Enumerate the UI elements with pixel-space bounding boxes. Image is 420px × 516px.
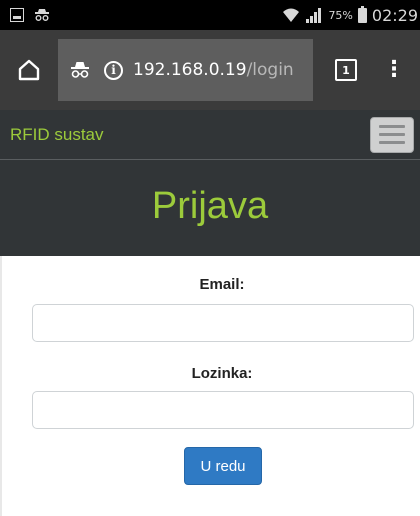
battery-icon [357, 5, 367, 23]
browser-toolbar: i 192.168.0.19/login 1 ⋮ [0, 30, 420, 110]
hamburger-icon-bar [379, 141, 405, 144]
url-path: /login [246, 60, 294, 80]
incognito-indicator [58, 39, 102, 101]
navbar-brand[interactable]: RFID sustav [10, 125, 104, 145]
page-edge-divider [0, 256, 2, 516]
url-text[interactable]: 192.168.0.19/login [133, 60, 294, 80]
info-icon[interactable]: i [104, 60, 123, 80]
incognito-icon [35, 9, 49, 21]
hamburger-icon [379, 125, 405, 128]
app-navbar: RFID sustav [0, 110, 420, 160]
signal-icon [306, 8, 322, 23]
submit-button[interactable]: U redu [184, 447, 262, 485]
email-label: Email: [199, 276, 245, 293]
password-label: Lozinka: [191, 365, 253, 382]
home-button[interactable] [0, 59, 58, 81]
tab-count: 1 [342, 63, 350, 77]
image-notification-icon [10, 8, 24, 22]
page-header: Prijava [0, 160, 420, 256]
email-field[interactable] [32, 304, 414, 342]
home-icon [18, 59, 40, 81]
wifi-icon [283, 8, 300, 22]
page-title: Prijava [151, 184, 269, 227]
tab-switcher-button[interactable]: 1 [335, 59, 357, 81]
address-bar[interactable]: i 192.168.0.19/login [58, 39, 313, 101]
navbar-toggle-button[interactable] [370, 116, 414, 153]
incognito-icon [71, 62, 89, 78]
overflow-menu-icon[interactable]: ⋮ [383, 59, 405, 81]
password-field[interactable] [32, 391, 414, 429]
hamburger-icon-bar [379, 133, 405, 136]
clock-time: 02:29 [371, 5, 418, 25]
battery-percent: 75% [328, 8, 353, 22]
url-host: 192.168.0.19 [133, 60, 247, 80]
status-bar: 75% 02:29 [0, 0, 420, 30]
